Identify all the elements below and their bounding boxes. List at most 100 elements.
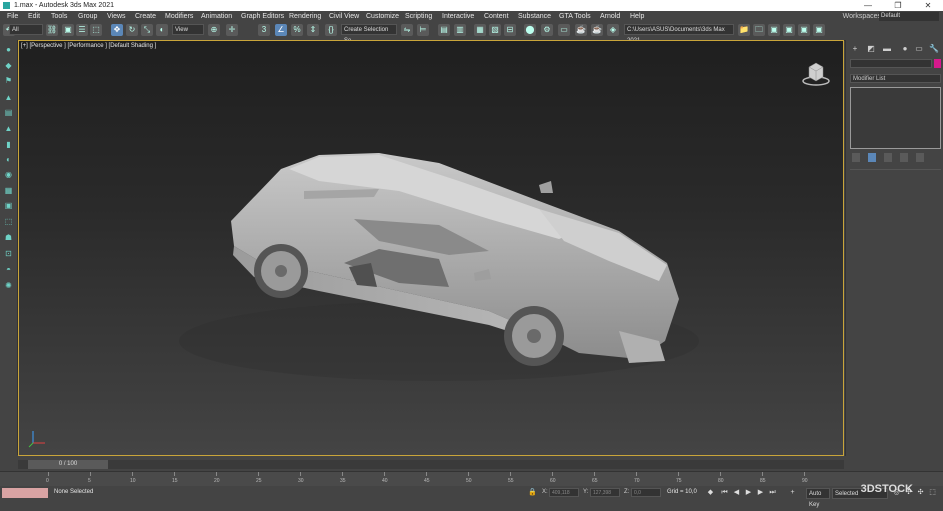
named-selection-dropdown[interactable]: Create Selection Se <box>341 24 397 44</box>
time-slider[interactable]: 0 / 100 <box>18 460 844 469</box>
scene-tool-6-icon[interactable]: ▲ <box>3 123 14 134</box>
show-end-result-icon[interactable] <box>868 153 876 162</box>
menu-modifiers[interactable]: Modifiers <box>165 13 193 20</box>
object-color-swatch[interactable] <box>934 59 941 68</box>
menu-content[interactable]: Content <box>484 13 509 20</box>
go-to-start-icon[interactable]: ⏮ <box>720 488 729 497</box>
scene-tool-11-icon[interactable]: ▣ <box>3 200 14 211</box>
pivot-icon[interactable]: ⊕ <box>208 24 220 36</box>
align-icon[interactable]: ⊨ <box>417 24 429 36</box>
scene-tool-7-icon[interactable]: ▮ <box>3 139 14 150</box>
orbit-icon[interactable]: ✣ <box>916 488 925 497</box>
lock-selection-icon[interactable]: 🔒 <box>528 488 537 497</box>
menu-civil-view[interactable]: Civil View <box>329 13 359 20</box>
scene-tool-12-icon[interactable]: ⬚ <box>3 216 14 227</box>
curve-editor-icon[interactable]: ▧ <box>489 24 501 36</box>
render-setup-icon[interactable]: ⚙ <box>541 24 553 36</box>
scene-tool-15-icon[interactable]: ◓ <box>3 264 14 275</box>
menu-gta-tools[interactable]: GTA Tools <box>559 13 591 20</box>
ribbon-icon[interactable]: ▦ <box>474 24 486 36</box>
toolbar-extra-3-icon[interactable]: ▣ <box>798 24 810 36</box>
maximize-button[interactable]: ❐ <box>883 0 913 11</box>
snap-icon[interactable]: 3 <box>258 24 270 36</box>
scene-tool-10-icon[interactable]: ▦ <box>3 185 14 196</box>
manipulate-icon[interactable]: ✛ <box>226 24 238 36</box>
workspaces-dropdown[interactable]: Default <box>879 12 939 21</box>
remove-modifier-icon[interactable] <box>900 153 908 162</box>
menu-scripting[interactable]: Scripting <box>405 13 432 20</box>
perspective-viewport[interactable]: [+] [Perspective ] [Performance ] [Defau… <box>18 40 844 456</box>
object-name-field[interactable] <box>850 59 932 68</box>
layer-explorer-icon[interactable]: ▥ <box>454 24 466 36</box>
x-coordinate-field[interactable]: 409,118 <box>549 488 579 497</box>
modifier-stack[interactable] <box>850 87 941 149</box>
hierarchy-tab-icon[interactable]: ▬ <box>882 44 892 54</box>
scene-tool-13-icon[interactable]: ☗ <box>3 232 14 243</box>
percent-snap-icon[interactable]: % <box>291 24 303 36</box>
motion-tab-icon[interactable]: ● <box>900 44 910 54</box>
selection-filter-dropdown[interactable]: All <box>9 24 43 35</box>
modify-tab-icon[interactable]: ◩ <box>866 44 876 54</box>
angle-snap-icon[interactable]: ∠ <box>275 24 287 36</box>
create-tab-icon[interactable]: + <box>850 44 860 54</box>
menu-file[interactable]: File <box>7 13 18 20</box>
move-icon[interactable]: ✥ <box>111 24 123 36</box>
rotate-icon[interactable]: ↻ <box>126 24 138 36</box>
modifier-list-dropdown[interactable]: Modifier List <box>850 74 941 83</box>
toolbar-extra-1-icon[interactable]: ▣ <box>768 24 780 36</box>
scene-tool-3-icon[interactable]: ⚑ <box>3 75 14 86</box>
reference-coord-dropdown[interactable]: View <box>172 24 204 35</box>
auto-key-button[interactable]: Auto Key <box>806 488 830 508</box>
material-editor-icon[interactable]: ⬤ <box>524 24 536 36</box>
place-icon[interactable]: ◐ <box>156 24 168 36</box>
scene-tool-4-icon[interactable]: ▲ <box>3 92 14 103</box>
play-icon[interactable]: ▶ <box>744 488 753 497</box>
scene-tool-1-icon[interactable]: ● <box>3 44 14 55</box>
scene-tool-16-icon[interactable]: ✺ <box>3 280 14 291</box>
menu-group[interactable]: Group <box>78 13 97 20</box>
arnold-icon[interactable]: ◈ <box>607 24 619 36</box>
scene-tool-14-icon[interactable]: ⊡ <box>3 248 14 259</box>
menu-arnold[interactable]: Arnold <box>600 13 620 20</box>
prev-frame-icon[interactable]: ◀ <box>732 488 741 497</box>
menu-edit[interactable]: Edit <box>28 13 40 20</box>
project-folder-icon[interactable]: 🗀 <box>753 24 765 36</box>
maximize-viewport-icon[interactable]: ⬚ <box>928 488 937 497</box>
menu-animation[interactable]: Animation <box>201 13 232 20</box>
menu-rendering[interactable]: Rendering <box>289 13 321 20</box>
display-tab-icon[interactable]: ▭ <box>914 44 924 54</box>
timeline[interactable]: 0 5 10 15 20 25 30 35 40 45 50 55 60 65 70 75 80 85 90 <box>0 471 943 486</box>
add-time-tag-icon[interactable]: ◆ <box>706 488 715 497</box>
menu-create[interactable]: Create <box>135 13 156 20</box>
menu-views[interactable]: Views <box>107 13 126 20</box>
rendered-frame-icon[interactable]: ▭ <box>558 24 570 36</box>
scene-tool-2-icon[interactable]: ◆ <box>3 60 14 71</box>
menu-interactive[interactable]: Interactive <box>442 13 474 20</box>
car-model[interactable] <box>19 41 844 456</box>
menu-substance[interactable]: Substance <box>518 13 551 20</box>
menu-help[interactable]: Help <box>630 13 644 20</box>
next-frame-icon[interactable]: ▶ <box>756 488 765 497</box>
scene-tool-9-icon[interactable]: ◉ <box>3 169 14 180</box>
y-coordinate-field[interactable]: 127,398 <box>590 488 620 497</box>
select-object-icon[interactable]: ▣ <box>62 24 74 36</box>
time-slider-thumb[interactable]: 0 / 100 <box>28 460 108 469</box>
scene-tool-5-icon[interactable]: ▤ <box>3 107 14 118</box>
toolbar-extra-2-icon[interactable]: ▣ <box>783 24 795 36</box>
edit-named-selection-icon[interactable]: {} <box>325 24 337 36</box>
set-key-icon[interactable]: + <box>788 488 797 497</box>
rect-select-icon[interactable]: ⬚ <box>90 24 102 36</box>
render-icon[interactable]: ☕ <box>575 24 587 36</box>
z-coordinate-field[interactable]: 0,0 <box>631 488 661 497</box>
spinner-snap-icon[interactable]: ⇕ <box>307 24 319 36</box>
configure-modifier-sets-icon[interactable] <box>916 153 924 162</box>
project-path-dropdown[interactable]: C:\Users\ASUS\Documents\3ds Max 2021 <box>624 24 734 44</box>
scale-icon[interactable]: ⤡ <box>141 24 153 36</box>
scene-explorer-icon[interactable]: ▤ <box>438 24 450 36</box>
mirror-icon[interactable]: ⇋ <box>401 24 413 36</box>
minimize-button[interactable]: — <box>853 0 883 11</box>
menu-graph-editors[interactable]: Graph Editors <box>241 13 284 20</box>
utilities-tab-icon[interactable]: 🔧 <box>929 44 939 54</box>
go-to-end-icon[interactable]: ⏭ <box>768 488 777 497</box>
open-folder-icon[interactable]: 📁 <box>738 24 750 36</box>
